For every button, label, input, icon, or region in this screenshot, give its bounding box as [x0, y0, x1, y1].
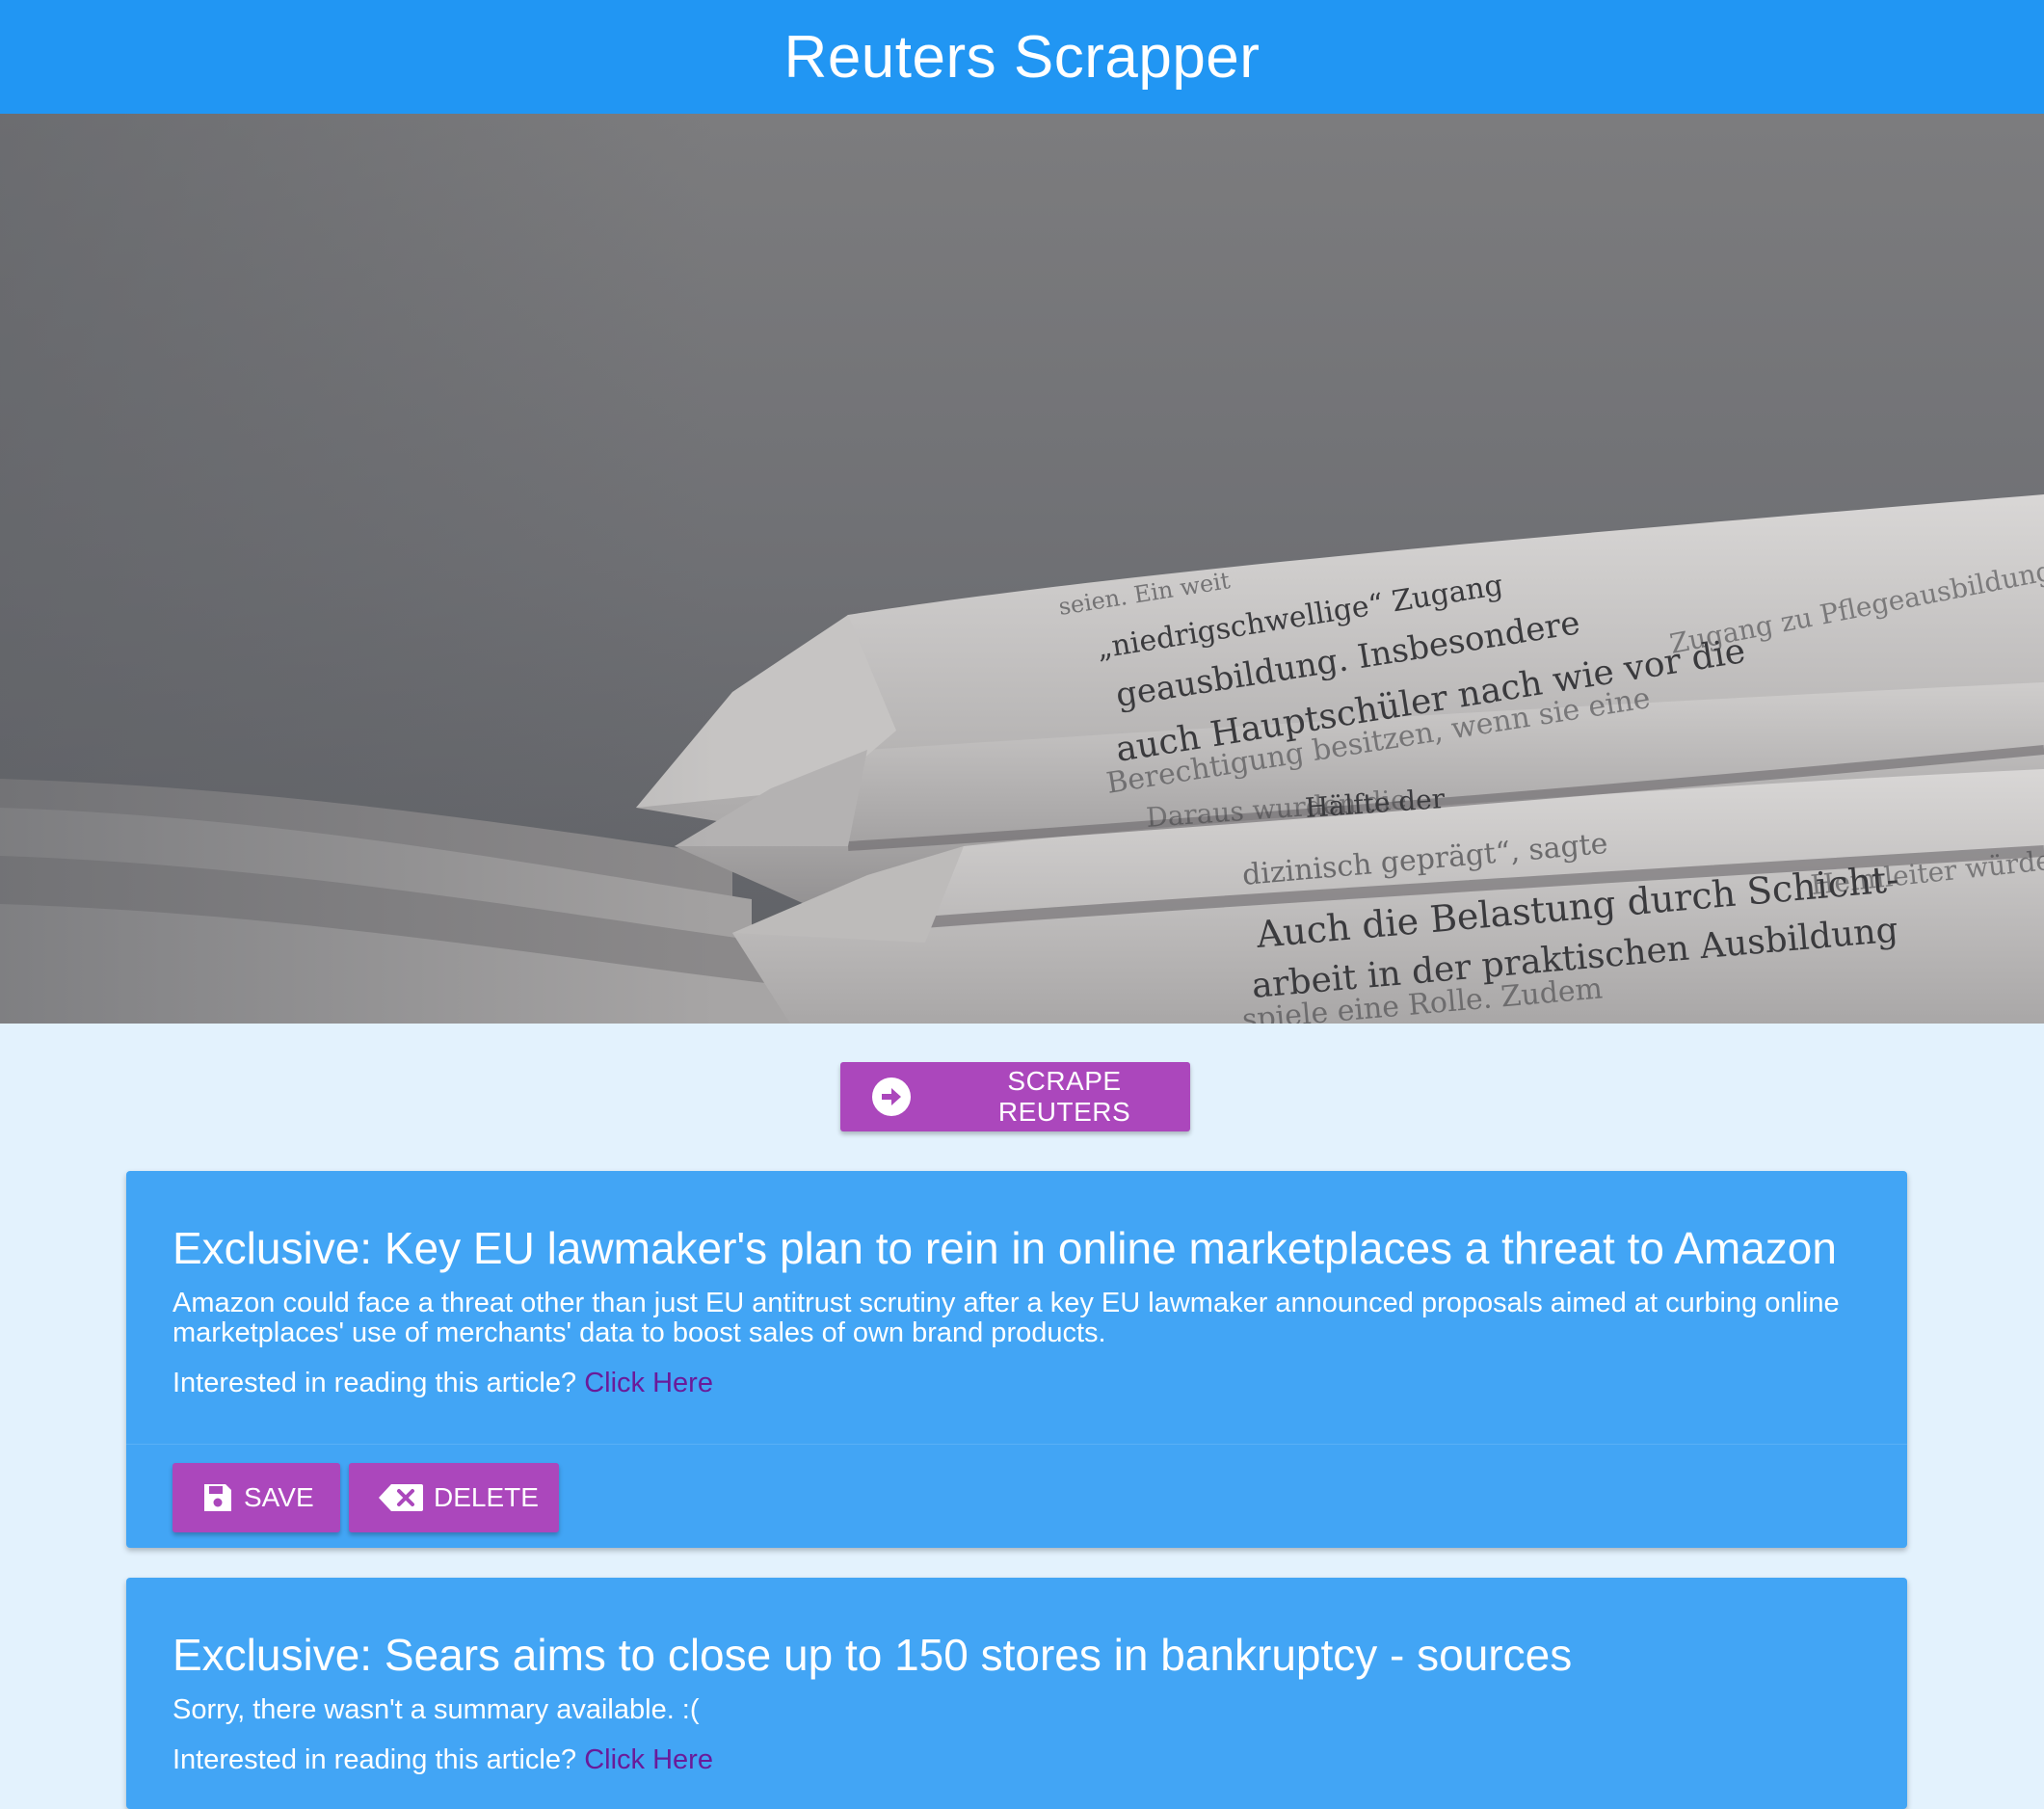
article-link[interactable]: Click Here	[584, 1368, 713, 1398]
article-summary: Amazon could face a threat other than ju…	[173, 1288, 1840, 1348]
backspace-icon	[378, 1483, 424, 1512]
article-link[interactable]: Click Here	[584, 1744, 713, 1775]
read-article-row: Interested in reading this article? Clic…	[173, 1742, 1861, 1777]
read-article-row: Interested in reading this article? Clic…	[173, 1366, 1861, 1400]
page-title: Reuters Scrapper	[783, 23, 1261, 91]
delete-label: DELETE	[434, 1482, 539, 1512]
delete-button[interactable]: DELETE	[349, 1463, 559, 1532]
article-title: Exclusive: Sears aims to close up to 150…	[173, 1630, 1573, 1680]
scrape-reuters-label: SCRAPE REUTERS	[997, 1066, 1131, 1127]
floppy-disk-icon	[201, 1481, 234, 1514]
hero-newspaper-image: seien. Ein weit „niedrigschwellige“ Zuga…	[0, 114, 2044, 1024]
article-card: Exclusive: Key EU lawmaker's plan to rei…	[126, 1171, 1907, 1548]
save-button[interactable]: SAVE	[173, 1463, 340, 1532]
arrow-right-circle-icon	[871, 1077, 912, 1117]
read-article-prompt: Interested in reading this article?	[173, 1368, 577, 1398]
card-actions: SAVE DELETE	[126, 1444, 1907, 1532]
scrape-reuters-button[interactable]: SCRAPE REUTERS	[840, 1062, 1190, 1131]
save-label: SAVE	[244, 1482, 314, 1512]
top-app-bar: Reuters Scrapper	[0, 0, 2044, 114]
article-card: Exclusive: Sears aims to close up to 150…	[126, 1578, 1907, 1809]
read-article-prompt: Interested in reading this article?	[173, 1744, 577, 1775]
article-title: Exclusive: Key EU lawmaker's plan to rei…	[173, 1223, 1837, 1273]
article-summary: Sorry, there wasn't a summary available.…	[173, 1694, 700, 1725]
